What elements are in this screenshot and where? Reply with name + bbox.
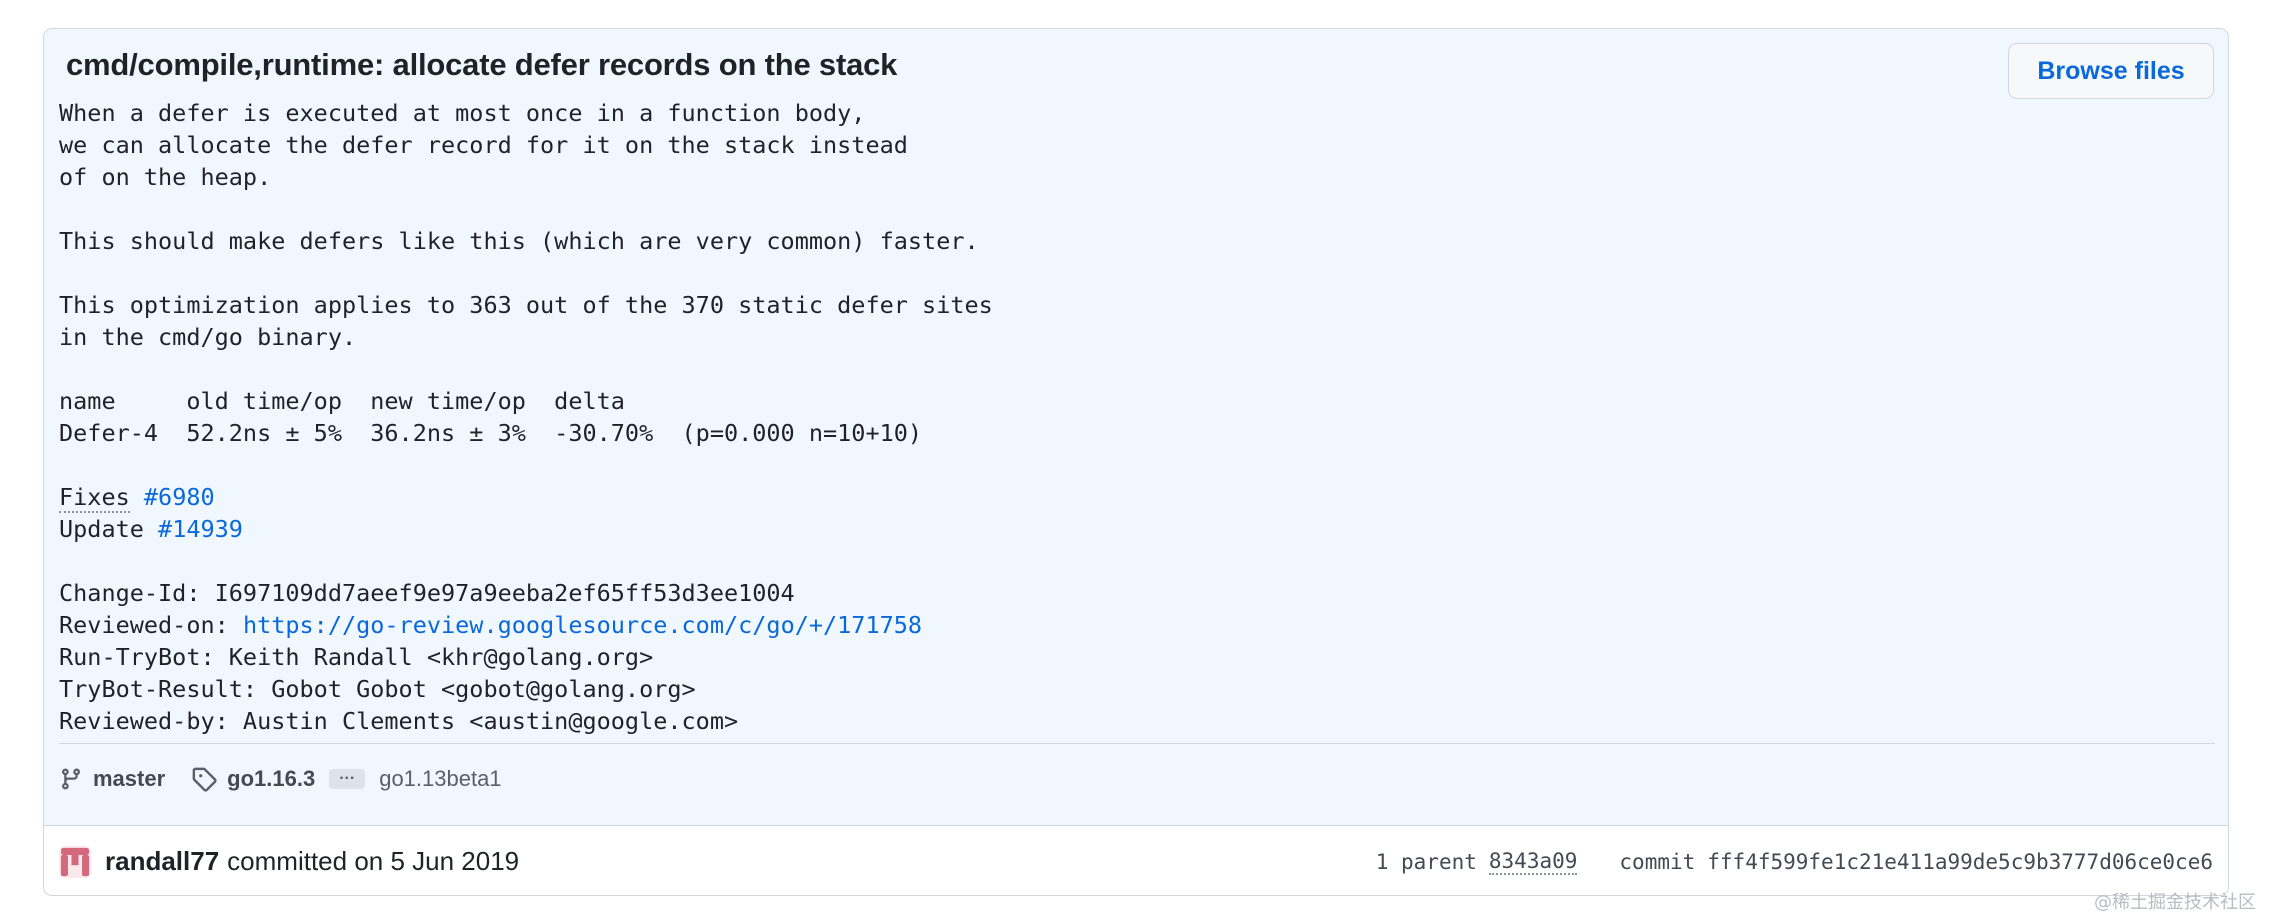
message-line: This optimization applies to 363 out of …	[59, 291, 993, 319]
commit-title: cmd/compile,runtime: allocate defer reco…	[66, 47, 898, 82]
branch-link[interactable]: master	[59, 766, 165, 792]
tag-icon	[192, 767, 217, 792]
tag-link-last[interactable]: go1.13beta1	[379, 766, 501, 792]
browse-files-button[interactable]: Browse files	[2008, 43, 2214, 99]
issue-link-6980[interactable]: #6980	[144, 483, 215, 511]
change-id-line: Change-Id: I697109dd7aeef9e97a9eeba2ef65…	[59, 579, 795, 607]
branch-tag-row: master go1.16.3 ··· go1.13beta1	[59, 743, 2215, 813]
message-line: of on the heap.	[59, 163, 272, 191]
parent-label: 1 parent	[1375, 849, 1477, 874]
watermark: @稀土掘金技术社区	[2094, 892, 2256, 913]
issue-link-14939[interactable]: #14939	[158, 515, 243, 543]
commit-header: cmd/compile,runtime: allocate defer reco…	[44, 29, 2228, 826]
reviewed-on-label: Reviewed-on:	[59, 611, 243, 639]
message-line: in the cmd/go binary.	[59, 323, 357, 351]
expand-tags-button[interactable]: ···	[329, 768, 366, 789]
git-branch-icon	[61, 768, 80, 790]
author-link[interactable]: randall77	[105, 846, 219, 877]
commit-hash: fff4f599fe1c21e411a99de5c9b3777d06ce0ce6	[1707, 849, 2213, 874]
reviewed-by-line: Reviewed-by: Austin Clements <austin@goo…	[59, 707, 739, 735]
reviewed-on-line: Reviewed-on: https://go-review.googlesou…	[59, 609, 993, 641]
fixes-line: Fixes #6980	[59, 481, 993, 513]
message-line: When a defer is executed at most once in…	[59, 99, 866, 127]
parent-hash-link[interactable]: 8343a09	[1488, 849, 1578, 875]
committed-date: committed on 5 Jun 2019	[227, 846, 520, 876]
commit-hashes: 1 parent 8343a09 commit fff4f599fe1c21e4…	[1376, 849, 2213, 875]
commit-message: When a defer is executed at most once in…	[59, 97, 993, 737]
fixes-keyword: Fixes	[59, 483, 130, 513]
update-keyword: Update	[59, 515, 144, 543]
commit-box: cmd/compile,runtime: allocate defer reco…	[43, 28, 2229, 896]
identicon-avatar[interactable]	[59, 845, 91, 878]
review-url-link[interactable]: https://go-review.googlesource.com/c/go/…	[243, 611, 922, 639]
tag-link-first[interactable]: go1.16.3	[227, 766, 315, 792]
commit-label: commit	[1619, 849, 1696, 874]
benchmark-header: name old time/op new time/op delta	[59, 387, 625, 415]
tags-group: go1.16.3 ··· go1.13beta1	[191, 766, 502, 792]
update-line: Update #14939	[59, 513, 993, 545]
message-line: we can allocate the defer record for it …	[59, 131, 908, 159]
commit-meta: randall77 committed on 5 Jun 2019 1 pare…	[44, 826, 2228, 895]
branch-name: master	[93, 765, 166, 791]
benchmark-row: Defer-4 52.2ns ± 5% 36.2ns ± 3% -30.70% …	[59, 419, 923, 447]
message-line: This should make defers like this (which…	[59, 227, 979, 255]
trybot-result-line: TryBot-Result: Gobot Gobot <gobot@golang…	[59, 675, 696, 703]
run-trybot-line: Run-TryBot: Keith Randall <khr@golang.or…	[59, 643, 654, 671]
